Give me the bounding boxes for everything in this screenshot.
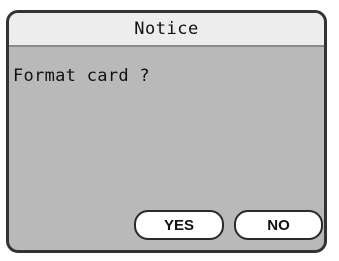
notice-dialog: Notice Format card ? YES NO bbox=[6, 10, 327, 253]
dialog-title-bar: Notice bbox=[9, 13, 324, 47]
yes-button[interactable]: YES bbox=[134, 210, 224, 240]
dialog-title: Notice bbox=[134, 19, 199, 39]
no-button[interactable]: NO bbox=[234, 210, 323, 240]
dialog-message: Format card ? bbox=[13, 66, 150, 86]
